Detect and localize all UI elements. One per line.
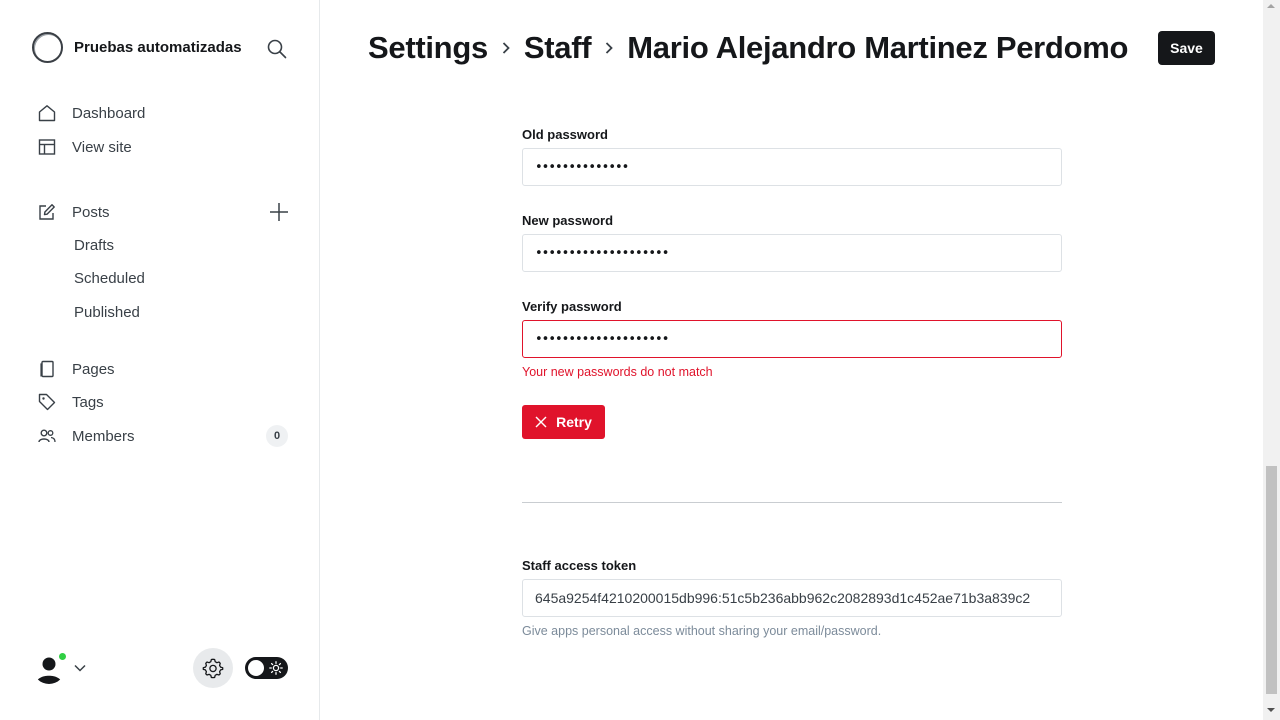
gear-icon: [202, 658, 224, 679]
nav-published[interactable]: Published: [74, 302, 140, 324]
theme-toggle[interactable]: [245, 657, 288, 679]
layout-icon: [38, 139, 56, 155]
chevron-right-icon: [606, 42, 614, 54]
nav-view-site[interactable]: View site: [38, 135, 132, 159]
close-icon: [535, 416, 547, 428]
breadcrumb-settings[interactable]: Settings: [368, 30, 488, 66]
nav-pages[interactable]: Pages: [38, 357, 115, 381]
section-divider: [522, 502, 1062, 503]
pencil-icon: [39, 204, 55, 220]
nav-members[interactable]: Members: [38, 424, 135, 448]
new-password-label: New password: [522, 213, 614, 228]
password-mismatch-error: Your new passwords do not match: [522, 365, 713, 379]
verify-password-label: Verify password: [522, 299, 622, 314]
verify-password-field[interactable]: [522, 320, 1062, 358]
nav-scheduled[interactable]: Scheduled: [74, 268, 145, 290]
scroll-up-arrow[interactable]: [1267, 4, 1275, 8]
scrollbar-thumb[interactable]: [1266, 466, 1277, 694]
site-logo: [32, 32, 63, 63]
save-button[interactable]: Save: [1158, 31, 1215, 65]
site-name: Pruebas automatizadas: [74, 39, 242, 56]
sidebar: Pruebas automatizadas Dashboard View sit…: [0, 0, 320, 720]
staff-token-label: Staff access token: [522, 558, 637, 573]
staff-token-hint: Give apps personal access without sharin…: [522, 624, 882, 638]
nav-tags[interactable]: Tags: [38, 390, 104, 414]
breadcrumb-staff[interactable]: Staff: [524, 30, 592, 66]
new-password-field[interactable]: [522, 234, 1062, 272]
tag-icon: [38, 393, 56, 411]
old-password-field[interactable]: [522, 148, 1062, 186]
home-icon: [38, 105, 56, 122]
nav-members-label: Members: [72, 427, 135, 445]
page-icon: [40, 360, 54, 378]
members-count-badge: 0: [266, 425, 288, 447]
nav-posts[interactable]: Posts: [38, 200, 110, 224]
old-password-label: Old password: [522, 127, 608, 142]
nav-view-site-label: View site: [72, 138, 132, 156]
nav-dashboard-label: Dashboard: [72, 104, 146, 122]
nav-tags-label: Tags: [72, 393, 104, 411]
online-status-dot: [57, 651, 68, 662]
nav-posts-label: Posts: [72, 203, 110, 221]
site-brand[interactable]: Pruebas automatizadas: [32, 32, 252, 63]
members-icon: [38, 429, 56, 443]
toggle-knob: [248, 660, 264, 676]
nav-drafts[interactable]: Drafts: [74, 235, 114, 257]
retry-label: Retry: [556, 414, 592, 430]
sun-icon: [269, 661, 283, 675]
breadcrumb: Settings Staff Mario Alejandro Martinez …: [368, 28, 1128, 68]
page-title: Mario Alejandro Martinez Perdomo: [627, 30, 1129, 65]
search-icon[interactable]: [266, 38, 288, 60]
nav-pages-label: Pages: [72, 360, 115, 378]
retry-button[interactable]: Retry: [522, 405, 605, 439]
chevron-down-icon[interactable]: [73, 661, 87, 675]
nav-dashboard[interactable]: Dashboard: [38, 101, 145, 125]
scroll-down-arrow[interactable]: [1267, 708, 1275, 712]
chevron-right-icon: [502, 42, 510, 54]
settings-button[interactable]: [193, 648, 233, 688]
plus-icon[interactable]: [268, 201, 290, 223]
staff-token-field[interactable]: 645a9254f4210200015db996:51c5b236abb962c…: [522, 579, 1062, 617]
